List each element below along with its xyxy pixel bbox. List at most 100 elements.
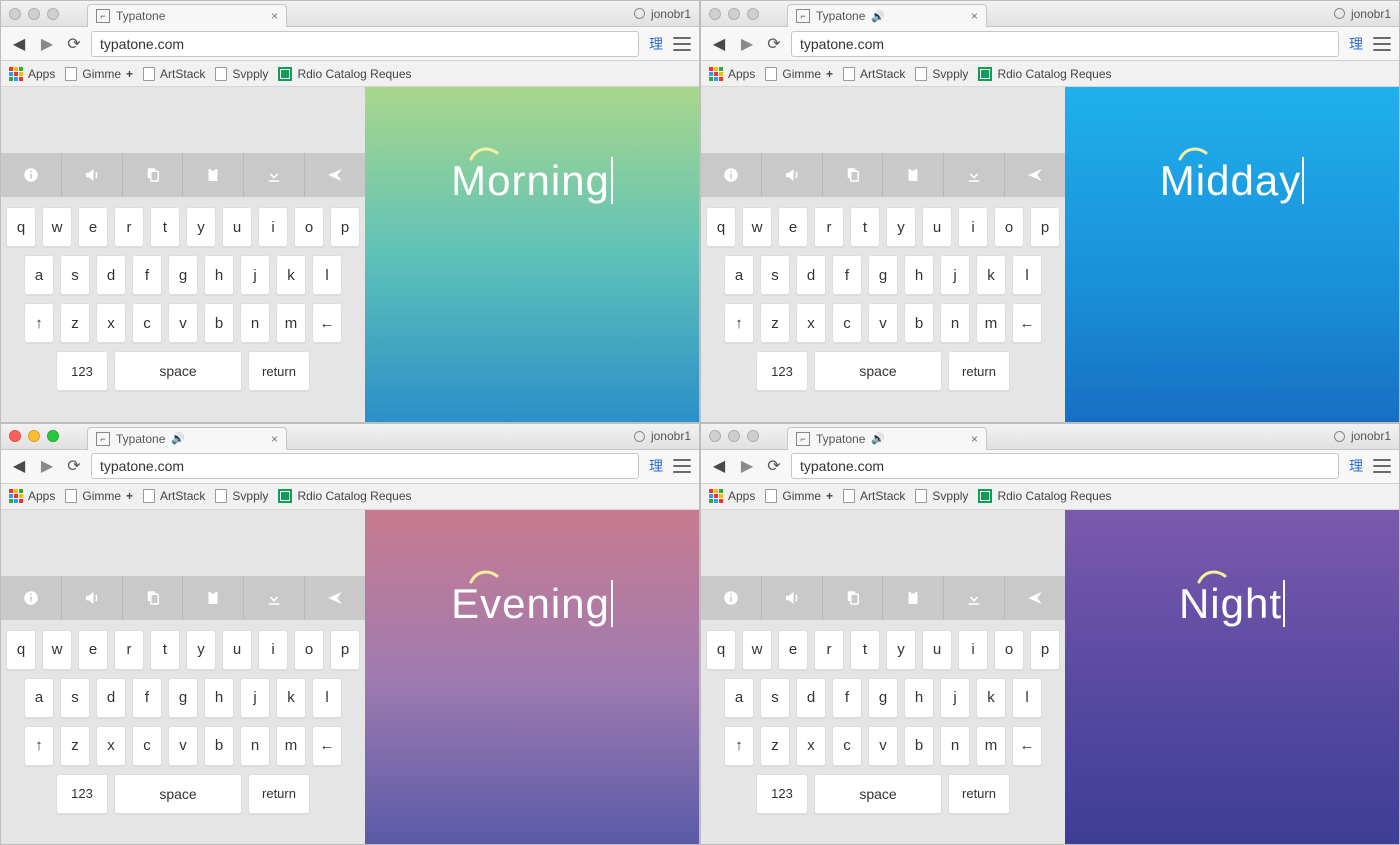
translate-icon[interactable]: 理 bbox=[1347, 457, 1365, 475]
key-space[interactable]: space bbox=[814, 351, 942, 391]
key-r[interactable]: r bbox=[814, 630, 844, 670]
key-a[interactable]: a bbox=[724, 678, 754, 718]
menu-button[interactable] bbox=[1373, 459, 1391, 473]
bookmark-svpply[interactable]: Svpply bbox=[915, 67, 968, 81]
key-k[interactable]: k bbox=[976, 678, 1006, 718]
download-button[interactable] bbox=[244, 153, 305, 197]
reload-button[interactable]: ⟳ bbox=[765, 35, 783, 53]
key-backspace[interactable]: ← bbox=[312, 303, 342, 343]
forward-button[interactable]: ▶ bbox=[37, 34, 57, 54]
reload-button[interactable]: ⟳ bbox=[65, 457, 83, 475]
key-n[interactable]: n bbox=[240, 726, 270, 766]
close-window-button[interactable] bbox=[9, 8, 21, 20]
key-c[interactable]: c bbox=[132, 726, 162, 766]
info-button[interactable] bbox=[1, 576, 62, 620]
key-v[interactable]: v bbox=[168, 303, 198, 343]
key-d[interactable]: d bbox=[96, 678, 126, 718]
key-f[interactable]: f bbox=[132, 255, 162, 295]
key-m[interactable]: m bbox=[976, 726, 1006, 766]
close-tab-button[interactable]: × bbox=[971, 9, 978, 23]
close-window-button[interactable] bbox=[709, 430, 721, 442]
key-k[interactable]: k bbox=[276, 255, 306, 295]
key-t[interactable]: t bbox=[850, 207, 880, 247]
key-t[interactable]: t bbox=[150, 207, 180, 247]
key-shift[interactable]: ↑ bbox=[724, 726, 754, 766]
key-q[interactable]: q bbox=[706, 207, 736, 247]
key-t[interactable]: t bbox=[850, 630, 880, 670]
canvas[interactable]: Night bbox=[1065, 510, 1399, 845]
sound-button[interactable] bbox=[762, 576, 823, 620]
key-l[interactable]: l bbox=[1012, 255, 1042, 295]
tab-audio-icon[interactable]: 🔊 bbox=[871, 10, 885, 23]
key-p[interactable]: p bbox=[330, 207, 360, 247]
download-button[interactable] bbox=[944, 576, 1005, 620]
maximize-window-button[interactable] bbox=[47, 8, 59, 20]
sound-button[interactable] bbox=[762, 153, 823, 197]
minimize-window-button[interactable] bbox=[728, 430, 740, 442]
minimize-window-button[interactable] bbox=[28, 8, 40, 20]
canvas[interactable]: Morning bbox=[365, 87, 699, 422]
close-tab-button[interactable]: × bbox=[971, 432, 978, 446]
key-shift[interactable]: ↑ bbox=[24, 726, 54, 766]
reload-button[interactable]: ⟳ bbox=[765, 457, 783, 475]
tab-audio-icon[interactable]: 🔊 bbox=[171, 432, 185, 445]
key-h[interactable]: h bbox=[204, 678, 234, 718]
key-return[interactable]: return bbox=[248, 351, 310, 391]
key-w[interactable]: w bbox=[742, 630, 772, 670]
key-s[interactable]: s bbox=[60, 255, 90, 295]
forward-button[interactable]: ▶ bbox=[37, 456, 57, 476]
key-m[interactable]: m bbox=[976, 303, 1006, 343]
tab-audio-icon[interactable]: 🔊 bbox=[871, 432, 885, 445]
key-a[interactable]: a bbox=[24, 255, 54, 295]
key-r[interactable]: r bbox=[114, 207, 144, 247]
key-t[interactable]: t bbox=[150, 630, 180, 670]
key-d[interactable]: d bbox=[796, 255, 826, 295]
key-f[interactable]: f bbox=[132, 678, 162, 718]
download-button[interactable] bbox=[244, 576, 305, 620]
back-button[interactable]: ◀ bbox=[9, 456, 29, 476]
address-bar[interactable]: typatone.com bbox=[791, 453, 1339, 479]
key-l[interactable]: l bbox=[312, 255, 342, 295]
key-b[interactable]: b bbox=[904, 726, 934, 766]
key-q[interactable]: q bbox=[706, 630, 736, 670]
key-numbers[interactable]: 123 bbox=[56, 351, 108, 391]
bookmark-rdio[interactable]: Rdio Catalog Reques bbox=[278, 489, 411, 503]
send-button[interactable] bbox=[305, 153, 365, 197]
key-l[interactable]: l bbox=[1012, 678, 1042, 718]
bookmark-apps[interactable]: Apps bbox=[709, 67, 755, 81]
browser-tab[interactable]: ⌐ Typatone 🔊 × bbox=[787, 4, 987, 27]
key-g[interactable]: g bbox=[168, 255, 198, 295]
key-a[interactable]: a bbox=[24, 678, 54, 718]
canvas[interactable]: Evening bbox=[365, 510, 699, 845]
sound-button[interactable] bbox=[62, 576, 123, 620]
back-button[interactable]: ◀ bbox=[709, 456, 729, 476]
bookmark-gimme[interactable]: Gimme+ bbox=[65, 67, 133, 81]
canvas[interactable]: Midday bbox=[1065, 87, 1399, 422]
key-space[interactable]: space bbox=[114, 351, 242, 391]
back-button[interactable]: ◀ bbox=[9, 34, 29, 54]
profile-button[interactable]: jonobr1 bbox=[1334, 7, 1391, 21]
send-button[interactable] bbox=[1005, 576, 1065, 620]
key-shift[interactable]: ↑ bbox=[24, 303, 54, 343]
address-bar[interactable]: typatone.com bbox=[91, 453, 639, 479]
forward-button[interactable]: ▶ bbox=[737, 34, 757, 54]
key-return[interactable]: return bbox=[948, 774, 1010, 814]
download-button[interactable] bbox=[944, 153, 1005, 197]
key-v[interactable]: v bbox=[168, 726, 198, 766]
key-w[interactable]: w bbox=[42, 630, 72, 670]
key-c[interactable]: c bbox=[832, 303, 862, 343]
key-a[interactable]: a bbox=[724, 255, 754, 295]
menu-button[interactable] bbox=[1373, 37, 1391, 51]
key-u[interactable]: u bbox=[222, 630, 252, 670]
key-n[interactable]: n bbox=[940, 303, 970, 343]
back-button[interactable]: ◀ bbox=[709, 34, 729, 54]
info-button[interactable] bbox=[701, 153, 762, 197]
key-n[interactable]: n bbox=[940, 726, 970, 766]
bookmark-gimme[interactable]: Gimme+ bbox=[65, 489, 133, 503]
key-z[interactable]: z bbox=[760, 303, 790, 343]
bookmark-rdio[interactable]: Rdio Catalog Reques bbox=[978, 489, 1111, 503]
key-g[interactable]: g bbox=[168, 678, 198, 718]
clipboard-button[interactable] bbox=[883, 153, 944, 197]
bookmark-apps[interactable]: Apps bbox=[9, 489, 55, 503]
copy-button[interactable] bbox=[123, 576, 184, 620]
